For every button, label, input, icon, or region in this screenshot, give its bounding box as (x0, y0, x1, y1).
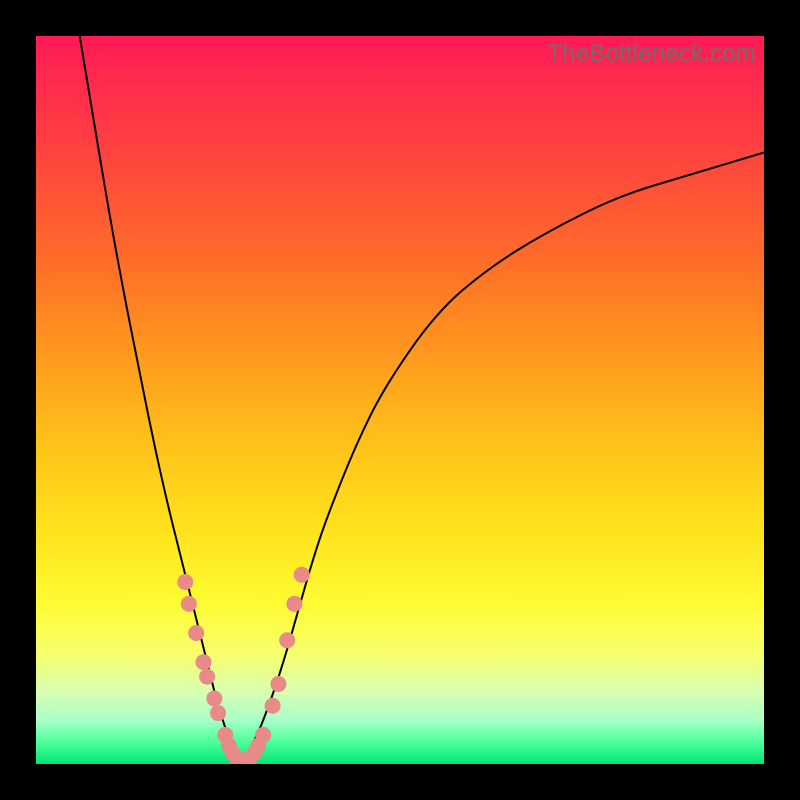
data-marker (294, 567, 310, 583)
watermark-label: TheBottleneck.com (547, 40, 756, 68)
curve-right-branch (240, 152, 764, 764)
data-marker (279, 632, 295, 648)
data-marker (199, 669, 215, 685)
curve-left-branch (80, 36, 240, 764)
data-marker (265, 698, 281, 714)
chart-frame: TheBottleneck.com (0, 0, 800, 800)
data-marker (206, 690, 222, 706)
data-marker (181, 596, 197, 612)
data-markers (177, 567, 309, 764)
data-marker (255, 727, 271, 743)
data-marker (177, 574, 193, 590)
data-marker (210, 705, 226, 721)
data-marker (195, 654, 211, 670)
data-marker (188, 625, 204, 641)
plot-area: TheBottleneck.com (36, 36, 764, 764)
data-marker (270, 676, 286, 692)
data-marker (286, 596, 302, 612)
chart-overlay (36, 36, 764, 764)
